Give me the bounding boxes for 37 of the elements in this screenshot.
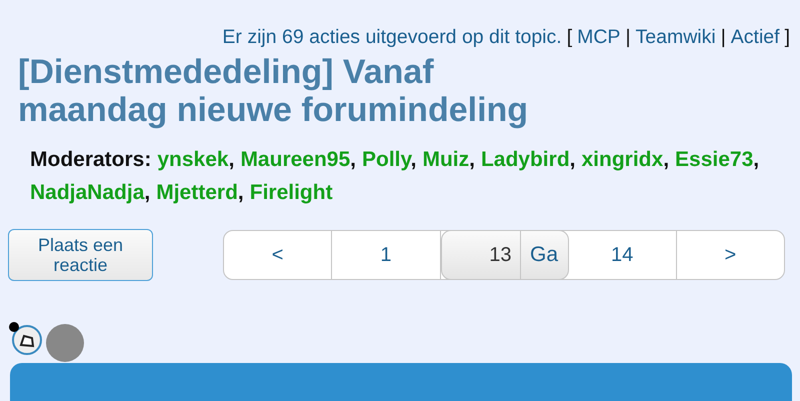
status-dot-icon [46, 324, 84, 362]
topic-link[interactable]: Actief [730, 26, 780, 49]
separator: | [720, 26, 726, 49]
moderator-link[interactable]: Essie73 [675, 148, 754, 171]
reply-button[interactable]: Plaats een reactie [8, 229, 153, 281]
comma: , [570, 148, 576, 171]
comma: , [238, 181, 244, 204]
bracket: ] [784, 26, 790, 49]
comma: , [663, 148, 670, 171]
go-button[interactable]: Ga [520, 230, 568, 280]
comma: , [350, 148, 356, 171]
moderator-link[interactable]: NadjaNadja [30, 181, 144, 204]
moderators-label: Moderators: [30, 147, 152, 173]
page-number-field[interactable]: 13 [440, 230, 520, 280]
comma: , [144, 181, 150, 204]
topic-info-text: Er zijn 69 acties uitgevoerd op dit topic. [222, 26, 562, 49]
comma: , [753, 148, 760, 171]
topic-link[interactable]: MCP [577, 26, 620, 49]
comma: , [469, 148, 475, 171]
moderator-link[interactable]: Maureen95 [240, 148, 350, 171]
moderator-link[interactable]: Muiz [422, 148, 470, 171]
moderator-link[interactable]: ynskek [157, 148, 229, 171]
comma: , [228, 148, 234, 171]
topic-link[interactable]: Teamwiki [636, 26, 716, 49]
moderator-link[interactable]: Mjetterd [156, 181, 238, 204]
moderator-link[interactable]: Polly [362, 148, 411, 171]
comma: , [410, 148, 416, 171]
page-link[interactable]: 14 [568, 231, 677, 279]
moderator-link[interactable]: Ladybird [480, 148, 570, 171]
next-page-link[interactable]: > [676, 231, 784, 279]
bracket: [ [566, 26, 572, 49]
topic-title: [Dienstmededeling] Vanaf maandag nieuwe forumindeling [18, 53, 530, 129]
separator: | [625, 26, 631, 49]
moderator-link[interactable]: xingridx [582, 148, 664, 171]
moderator-link[interactable]: Firelight [250, 181, 333, 204]
edit-icon[interactable] [8, 321, 42, 355]
previous-page-link[interactable]: < [224, 231, 332, 279]
